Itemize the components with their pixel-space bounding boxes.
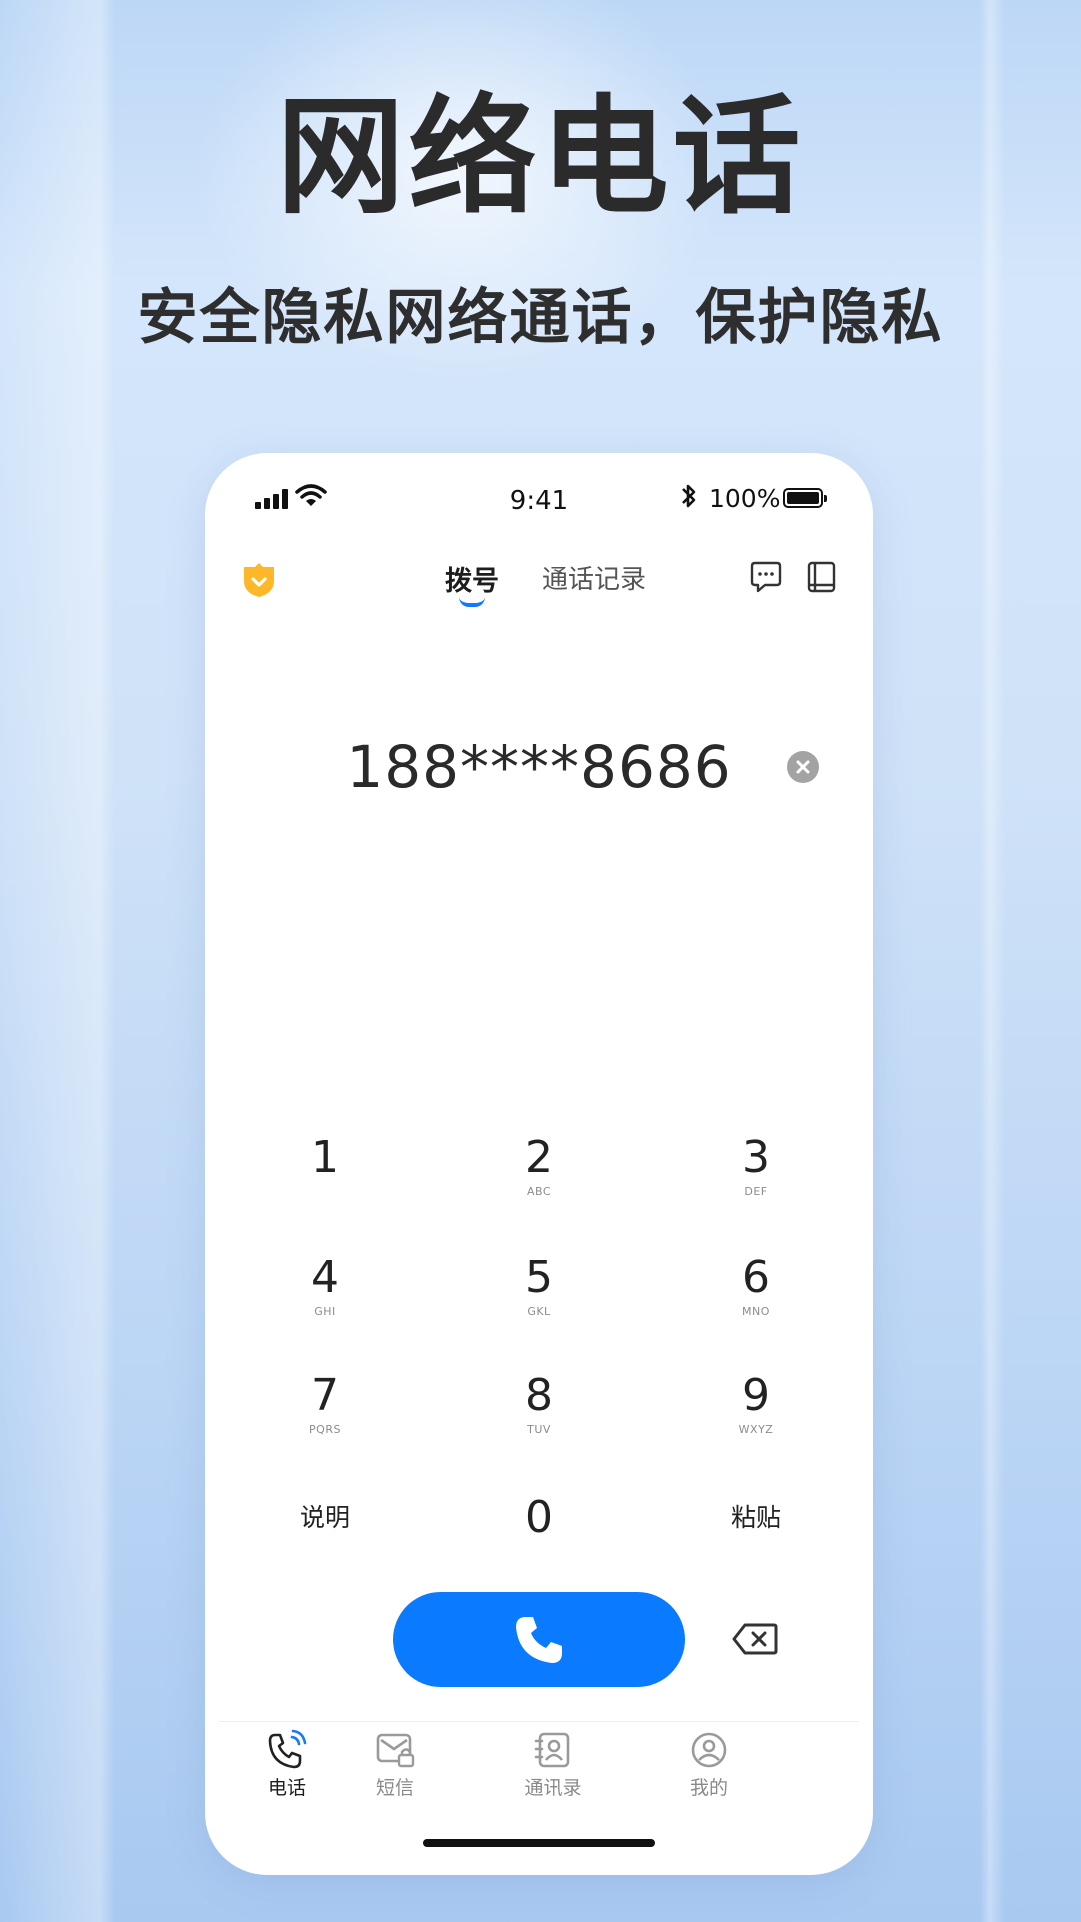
key-digit: 3 [742,1132,770,1183]
key-digit: 4 [311,1252,339,1303]
key-letters: TUV [527,1423,551,1436]
contacts-icon [534,1732,570,1768]
backspace-icon[interactable] [732,1623,778,1655]
nav-label-contacts: 通讯录 [524,1777,582,1799]
phone-icon [268,1729,307,1769]
home-indicator[interactable] [423,1839,655,1847]
key-digit: 0 [525,1492,553,1543]
sms-lock-icon [376,1733,415,1768]
key-7[interactable]: 7 PQRS [245,1371,405,1461]
key-1[interactable]: 1 [245,1133,405,1223]
paste-label: 粘贴 [730,1503,781,1532]
key-digit: 7 [311,1370,339,1421]
key-letters: ABC [526,1185,552,1198]
key-digit: 2 [525,1132,553,1183]
key-digit: 5 [525,1252,553,1303]
key-digit: 6 [742,1252,770,1303]
nav-item-profile[interactable]: 我的 [659,1729,759,1819]
promo-subline: 安全隐私网络通话，保护隐私 [137,283,944,353]
key-0[interactable]: 0 [459,1493,619,1583]
key-digit: 1 [311,1132,339,1183]
nav-divider [219,1721,859,1722]
tab-dial[interactable]: 拨号 [445,559,499,598]
nav-item-sms[interactable]: 短信 [345,1729,445,1819]
key-letters: DEF [744,1185,768,1198]
bluetooth-icon [682,484,696,508]
close-icon [796,760,810,774]
key-digit: 8 [525,1370,553,1421]
key-letters: GHI [314,1305,336,1318]
key-letters: PQRS [309,1423,341,1436]
tab-call-log[interactable]: 通话记录 [542,559,646,596]
call-button[interactable] [393,1592,685,1687]
promo-headline: 网络电话 [276,83,805,232]
key-9[interactable]: 9 WXYZ [676,1371,836,1461]
tab-active-indicator [459,597,485,607]
key-5[interactable]: 5 GKL [459,1253,619,1343]
key-3[interactable]: 3 DEF [676,1133,836,1223]
shield-icon[interactable] [241,561,277,599]
key-6[interactable]: 6 MNO [676,1253,836,1343]
profile-icon [691,1732,727,1768]
help-button[interactable]: 说明 [245,1493,405,1583]
key-letters: MNO [742,1305,770,1318]
clear-number-button[interactable] [787,751,819,783]
battery-icon [783,488,827,508]
key-8[interactable]: 8 TUV [459,1371,619,1461]
paste-button[interactable]: 粘贴 [676,1493,836,1583]
key-4[interactable]: 4 GHI [245,1253,405,1343]
nav-label-sms: 短信 [375,1777,414,1799]
key-digit: 9 [742,1370,770,1421]
nav-item-contacts[interactable]: 通讯录 [503,1729,603,1819]
nav-item-phone[interactable]: 电话 [237,1729,337,1819]
phone-handset-icon [516,1617,562,1663]
key-2[interactable]: 2 ABC [459,1133,619,1223]
status-bar: 9:41 100% [205,453,873,533]
battery-percent: 100% [709,484,781,513]
nav-label-profile: 我的 [689,1777,728,1799]
dialed-number: 188****8686 [346,733,732,801]
chat-bubble-icon[interactable] [749,560,783,594]
phone-screen: 9:41 100% 拨号 通话记录 188****8686 1 2 ABC 3 … [205,453,873,1875]
key-letters: WXYZ [738,1423,774,1436]
address-book-icon[interactable] [805,560,839,594]
key-letters: GKL [527,1305,551,1318]
help-label: 说明 [299,1503,350,1532]
nav-label-phone: 电话 [267,1777,306,1799]
